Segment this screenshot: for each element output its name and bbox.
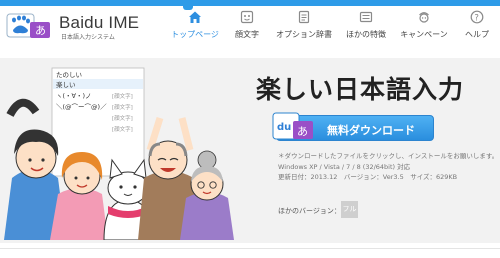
logo-subtitle: 日本語入力システム bbox=[61, 34, 115, 41]
bubble-line-2: 楽しい bbox=[56, 80, 76, 89]
candidate-line-3: [顔文字] bbox=[112, 114, 133, 122]
full-version-badge[interactable]: フル bbox=[341, 201, 358, 218]
features-icon bbox=[359, 11, 373, 23]
candidate-line-2: [顔文字] bbox=[112, 103, 133, 111]
top-accent-bar bbox=[0, 0, 500, 6]
nav-item-campaign[interactable]: キャンペーン bbox=[397, 10, 451, 44]
bubble-line-1: たのしい bbox=[56, 71, 82, 79]
dictionary-icon bbox=[298, 10, 310, 24]
bubble-line-3: ヽ(・∀・)ノ bbox=[56, 92, 92, 100]
svg-text:du: du bbox=[277, 122, 291, 133]
nav-item-help[interactable]: ? ヘルプ bbox=[459, 10, 495, 44]
baidu-ime-app-icon: du あ bbox=[272, 112, 313, 140]
kaomoji-icon bbox=[240, 10, 254, 24]
svg-text:?: ? bbox=[474, 13, 479, 23]
candidate-line-1: [顔文字] bbox=[112, 92, 133, 100]
nav-label-help: ヘルプ bbox=[465, 30, 489, 39]
candidate-line-4: [顔文字] bbox=[112, 125, 133, 133]
help-icon: ? bbox=[470, 10, 484, 24]
home-icon bbox=[189, 11, 201, 23]
divider bbox=[0, 248, 500, 249]
nav-label-top: トップページ bbox=[171, 30, 219, 39]
campaign-icon bbox=[419, 12, 429, 23]
svg-text:あ: あ bbox=[297, 125, 308, 138]
hero-headline: 楽しい日本語入力 bbox=[256, 75, 465, 104]
version-info: 更新日付：2013.12 バージョン：Ver3.5 サイズ：629KB bbox=[278, 173, 458, 181]
nav-label-campaign: キャンペーン bbox=[400, 30, 448, 39]
download-notes: ＊ダウンロードしたファイルをクリックし、インストールをお願いします。 Windo… bbox=[278, 151, 498, 183]
bubble-line-4: ＼(@⌒ー⌒@)／ bbox=[56, 103, 107, 111]
logo-brand: Baidu IME bbox=[59, 13, 140, 32]
nav-item-top[interactable]: トップページ bbox=[165, 10, 225, 44]
baidu-ime-logo[interactable]: あ Baidu IME 日本語入力システム bbox=[6, 12, 140, 41]
nav-item-features[interactable]: ほかの特徴 bbox=[341, 10, 391, 44]
nav-item-kaomoji[interactable]: 顔文字 bbox=[229, 10, 265, 44]
download-button-label: 無料ダウンロード bbox=[327, 124, 415, 137]
baidu-paw-icon: あ bbox=[6, 13, 50, 38]
nav-label-dictionary: オプション辞書 bbox=[276, 30, 332, 39]
family-illustration: たのしい 楽しい ヽ(・∀・)ノ ＼(@⌒ー⌒@)／ [顔文字] [顔文字] [… bbox=[4, 67, 234, 240]
os-support: Windows XP / Vista / 7 / 8 (32/64bit) 対応 bbox=[278, 162, 411, 171]
nav-item-dictionary[interactable]: オプション辞書 bbox=[271, 10, 337, 44]
logo-mark-glyph: あ bbox=[35, 24, 46, 37]
nav-label-features: ほかの特徴 bbox=[346, 30, 386, 39]
other-versions-label: ほかのバージョン： bbox=[278, 207, 341, 215]
install-note: ＊ダウンロードしたファイルをクリックし、インストールをお願いします。 bbox=[278, 152, 499, 160]
nav-label-kaomoji: 顔文字 bbox=[235, 30, 259, 39]
